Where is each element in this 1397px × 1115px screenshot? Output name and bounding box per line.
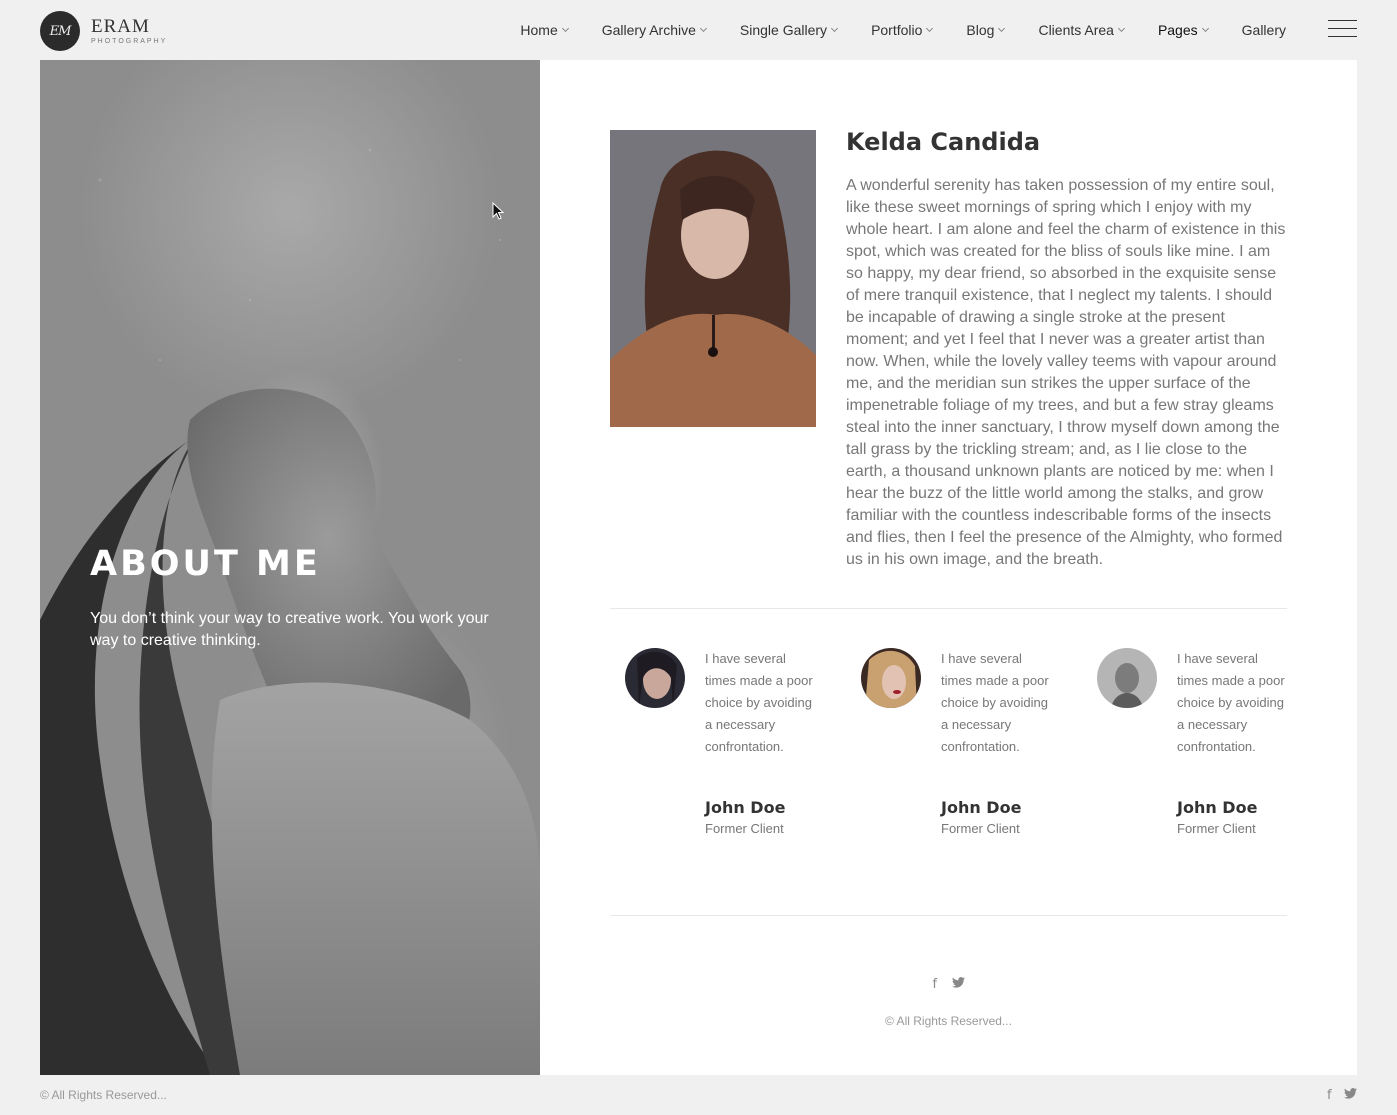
about-content: Kelda Candida A wonderful serenity has t… <box>540 60 1357 1075</box>
nav-item-label: Single Gallery <box>739 22 828 38</box>
logo-subtitle: PHOTOGRAPHY <box>91 38 168 45</box>
nav-item-label: Gallery Archive <box>601 22 696 38</box>
avatar <box>625 648 685 708</box>
logo-text: ERAM PHOTOGRAPHY <box>91 17 167 45</box>
main-nav: Home Gallery Archive Single Gallery Port… <box>486 0 1286 60</box>
about-hero: ABOUT ME You don’t think your way to cre… <box>40 60 540 1075</box>
nav-item-clients-area[interactable]: Clients Area <box>1038 22 1125 38</box>
testimonial-quote: I have several times made a poor choice … <box>705 651 813 754</box>
site-logo[interactable]: EM ERAM PHOTOGRAPHY <box>40 11 167 51</box>
footer-copyright: © All Rights Reserved... <box>885 1014 1012 1028</box>
testimonial-name: John Doe <box>705 798 786 817</box>
page-title: ABOUT ME <box>90 544 321 584</box>
portrait-image <box>610 130 816 427</box>
nav-item-gallery-archive[interactable]: Gallery Archive <box>601 22 707 38</box>
testimonials: I have several times made a poor choice … <box>610 648 1287 848</box>
nav-item-label: Gallery <box>1241 22 1286 38</box>
nav-item-single-gallery[interactable]: Single Gallery <box>739 22 839 38</box>
divider <box>610 915 1287 916</box>
hero-tagline: You don’t think your way to creative wor… <box>90 610 489 649</box>
testimonial-role: Former Client <box>941 821 1020 836</box>
nav-item-pages[interactable]: Pages <box>1157 22 1209 38</box>
testimonial-quote: I have several times made a poor choice … <box>1177 651 1285 754</box>
nav-item-label: Blog <box>966 22 995 38</box>
twitter-icon[interactable] <box>951 977 965 992</box>
chevron-down-icon <box>1201 24 1209 33</box>
nav-item-label: Home <box>520 22 558 38</box>
footer-social: f <box>540 975 1357 993</box>
chevron-down-icon <box>1117 24 1125 33</box>
facebook-icon[interactable]: f <box>1327 1088 1332 1103</box>
testimonial-card: I have several times made a poor choice … <box>610 648 830 848</box>
divider <box>610 608 1287 609</box>
testimonial-name: John Doe <box>941 798 1022 817</box>
nav-item-label: Clients Area <box>1038 22 1114 38</box>
testimonial-card: I have several times made a poor choice … <box>846 648 1066 848</box>
testimonial-role: Former Client <box>705 821 784 836</box>
testimonial-quote: I have several times made a poor choice … <box>941 651 1049 754</box>
chevron-down-icon <box>561 24 569 33</box>
avatar <box>1097 648 1157 708</box>
nav-item-home[interactable]: Home <box>520 22 569 38</box>
hamburger-icon[interactable] <box>1328 20 1357 37</box>
bio-text: A wonderful serenity has taken possessio… <box>846 177 1286 568</box>
chevron-down-icon <box>831 24 839 33</box>
bottom-copyright: © All Rights Reserved... <box>40 1088 167 1102</box>
chevron-down-icon <box>699 24 707 33</box>
twitter-icon[interactable] <box>1344 1088 1357 1103</box>
bio-name: Kelda Candida <box>846 128 1041 156</box>
site-header: EM ERAM PHOTOGRAPHY Home Gallery Archive… <box>0 0 1397 60</box>
nav-item-label: Portfolio <box>871 22 923 38</box>
nav-item-gallery[interactable]: Gallery <box>1242 22 1286 38</box>
logo-mark: EM <box>40 11 80 51</box>
nav-item-blog[interactable]: Blog <box>966 22 1006 38</box>
logo-name: ERAM <box>91 16 150 37</box>
chevron-down-icon <box>926 24 934 33</box>
bottom-social: f <box>1319 1086 1357 1104</box>
testimonial-role: Former Client <box>1177 821 1256 836</box>
nav-item-portfolio[interactable]: Portfolio <box>871 22 934 38</box>
mouse-cursor-icon <box>492 202 504 220</box>
facebook-icon[interactable]: f <box>932 977 937 992</box>
chevron-down-icon <box>998 24 1006 33</box>
testimonial-card: I have several times made a poor choice … <box>1082 648 1302 848</box>
testimonial-name: John Doe <box>1177 798 1258 817</box>
avatar <box>861 648 921 708</box>
nav-item-label: Pages <box>1157 22 1198 38</box>
